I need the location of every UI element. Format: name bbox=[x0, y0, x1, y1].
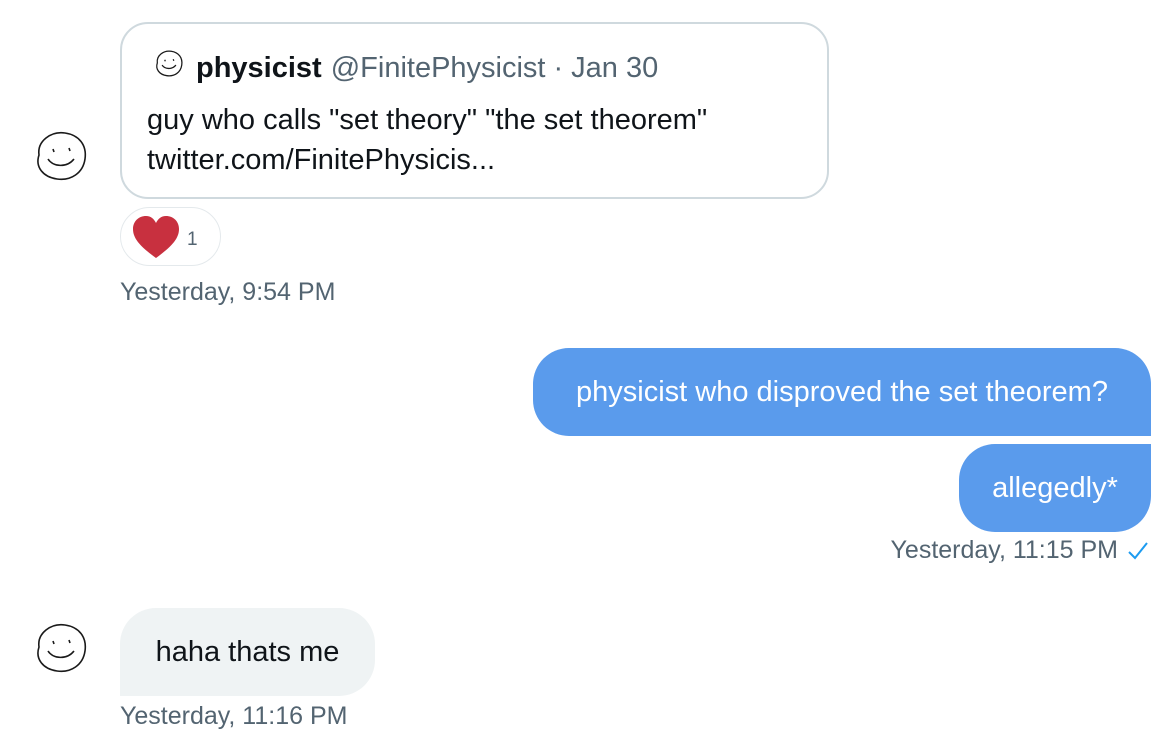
quoted-author-name: physicist bbox=[196, 52, 322, 84]
avatar-sender[interactable] bbox=[29, 617, 93, 681]
sent-message-meta: Yesterday, 11:15 PM bbox=[891, 536, 1150, 565]
message-timestamp: Yesterday, 11:16 PM bbox=[120, 702, 348, 730]
check-icon bbox=[1126, 539, 1150, 563]
quoted-author-handle: @FinitePhysicist bbox=[330, 52, 546, 84]
quoted-author-avatar-icon bbox=[152, 47, 186, 81]
message-timestamp: Yesterday, 9:54 PM bbox=[120, 278, 336, 306]
reaction-pill[interactable]: 1 bbox=[120, 207, 221, 266]
quoted-tweet-card[interactable]: physicist @FinitePhysicist · Jan 30 guy … bbox=[120, 22, 829, 199]
reaction-count: 1 bbox=[187, 228, 198, 250]
quoted-text-link[interactable]: twitter.com/FinitePhysicis... bbox=[147, 140, 707, 180]
heart-icon bbox=[131, 214, 181, 260]
sent-message-bubble[interactable]: allegedly* bbox=[959, 444, 1151, 532]
quoted-tweet-header: physicist @FinitePhysicist · Jan 30 bbox=[152, 50, 659, 85]
quoted-date: Jan 30 bbox=[571, 52, 659, 84]
quoted-text-line-1: guy who calls "set theory" "the set theo… bbox=[147, 104, 708, 136]
received-message-bubble[interactable]: haha thats me bbox=[120, 608, 375, 696]
sent-message-bubble[interactable]: physicist who disproved the set theorem? bbox=[533, 348, 1151, 436]
quoted-separator: · bbox=[553, 52, 564, 84]
message-timestamp: Yesterday, 11:15 PM bbox=[890, 536, 1118, 564]
avatar-sender[interactable] bbox=[29, 125, 93, 189]
smiley-avatar-icon bbox=[37, 623, 87, 673]
smiley-avatar-icon bbox=[37, 131, 87, 181]
quoted-tweet-text: guy who calls "set theory" "the set theo… bbox=[147, 100, 707, 180]
